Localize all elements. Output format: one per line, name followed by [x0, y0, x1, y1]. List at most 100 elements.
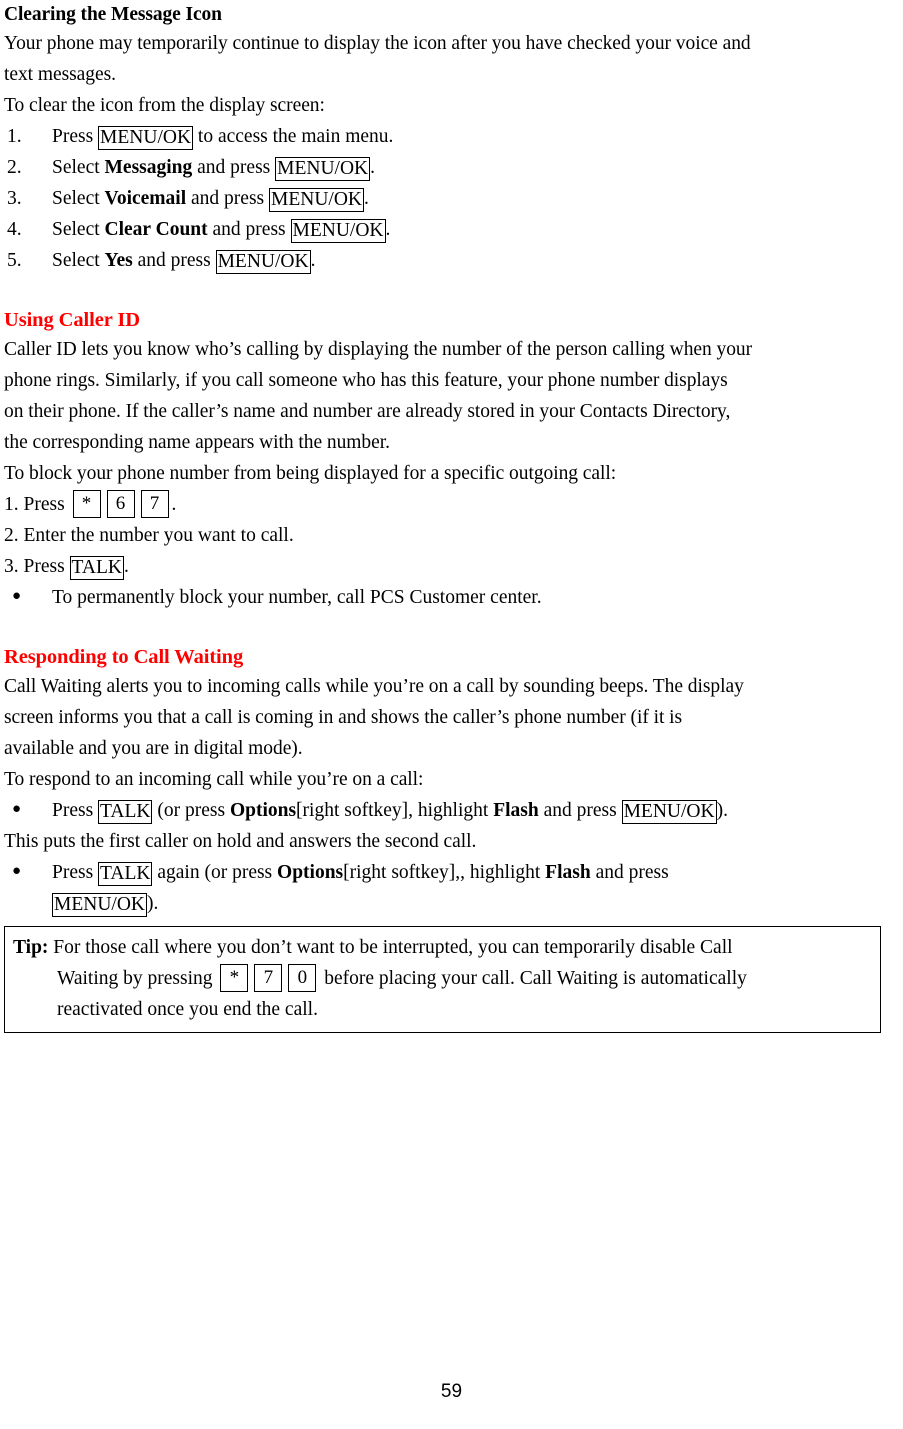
step-text-pre: Press: [52, 126, 99, 147]
list-item: 1. Press MENU/OK to access the main menu.: [4, 121, 899, 152]
step-text-pre: Select: [52, 157, 105, 178]
key-star[interactable]: *: [72, 489, 101, 518]
key-talk[interactable]: TALK: [98, 800, 153, 824]
key-menu-ok[interactable]: MENU/OK: [621, 800, 717, 824]
page-content: Clearing the Message Icon Your phone may…: [4, 2, 899, 1033]
paragraph-call-waiting-1: Call Waiting alerts you to incoming call…: [4, 671, 899, 702]
tip-box: Tip: For those call where you don’t want…: [4, 926, 881, 1033]
tip-text-line1: For those call where you don’t want to b…: [48, 937, 733, 958]
menu-item-flash: Flash: [545, 862, 591, 883]
menu-item-yes: Yes: [104, 250, 133, 271]
list-item: 2. Enter the number you want to call.: [4, 520, 899, 551]
key-star[interactable]: *: [220, 963, 249, 992]
key-menu-ok[interactable]: MENU/OK: [290, 219, 386, 243]
softkey-options: Options: [229, 800, 297, 821]
paragraph-hold-note: This puts the first caller on hold and a…: [4, 826, 899, 857]
paragraph-call-waiting-2: screen informs you that a call is coming…: [4, 702, 899, 733]
heading-clearing-the-message-icon: Clearing the Message Icon: [4, 4, 222, 25]
heading-responding-to-call-waiting: Responding to Call Waiting: [4, 646, 244, 668]
list-item: 2. Select Messaging and press MENU/OK.: [4, 152, 899, 183]
key-7[interactable]: 7: [140, 489, 169, 518]
list-item: 3. Select Voicemail and press MENU/OK.: [4, 183, 899, 214]
heading-using-caller-id: Using Caller ID: [4, 309, 140, 331]
caller-id-line2: phone rings. Similarly, if you call some…: [4, 370, 728, 391]
bullet-dot-icon: ●: [12, 863, 22, 879]
key-0[interactable]: 0: [288, 963, 317, 992]
step-number: 3.: [7, 188, 22, 209]
key-menu-ok[interactable]: MENU/OK: [269, 188, 364, 212]
bullet-press-talk-first: ● Press TALK (or press Options[right soft…: [4, 795, 899, 826]
key-6[interactable]: 6: [106, 489, 135, 518]
key-7[interactable]: 7: [254, 963, 283, 992]
key-talk[interactable]: TALK: [69, 556, 124, 580]
key-menu-ok[interactable]: MENU/OK: [275, 157, 371, 181]
bullet-text-t5: ).: [716, 800, 728, 821]
clearing-steps-list: 1. Press MENU/OK to access the main menu.…: [4, 121, 899, 276]
step-text-post: to access the main menu.: [193, 126, 394, 147]
bullet-dot-icon: ●: [12, 588, 22, 604]
paragraph-clearing-intro: Your phone may temporarily continue to d…: [4, 28, 899, 59]
paragraph-call-waiting-lead-in: To respond to an incoming call while you…: [4, 764, 899, 795]
call-waiting-line3: available and you are in digital mode).: [4, 738, 303, 759]
tip-text-line2-pre: Waiting by pressing: [57, 968, 218, 989]
call-waiting-lead-in: To respond to an incoming call while you…: [4, 769, 424, 790]
step-number: 5.: [7, 250, 22, 271]
step3-text-post: .: [123, 556, 129, 577]
paragraph-caller-id-3: on their phone. If the caller’s name and…: [4, 396, 899, 427]
step-number: 4.: [7, 219, 22, 240]
paragraph-caller-id-lead-in: To block your phone number from being di…: [4, 458, 899, 489]
bullet-text-t2: (or press: [152, 800, 230, 821]
caller-id-line3: on their phone. If the caller’s name and…: [4, 401, 731, 422]
menu-item-clear-count: Clear Count: [104, 219, 208, 240]
list-item: 5. Select Yes and press MENU/OK.: [4, 245, 899, 276]
call-waiting-line1: Call Waiting alerts you to incoming call…: [4, 676, 744, 697]
key-menu-ok[interactable]: MENU/OK: [215, 250, 311, 274]
key-menu-ok[interactable]: MENU/OK: [52, 893, 147, 917]
step-text-pre: Select: [52, 188, 105, 209]
menu-item-voicemail: Voicemail: [104, 188, 187, 209]
bullet-text-t4: and press: [590, 862, 669, 883]
step-text-pre: Select: [52, 219, 105, 240]
step3-text-pre: 3. Press: [4, 556, 70, 577]
step1-text-post: .: [171, 494, 177, 515]
bullet-dot-icon: ●: [12, 801, 22, 817]
tip-text-line2-post: before placing your call. Call Waiting i…: [319, 968, 747, 989]
key-menu-ok[interactable]: MENU/OK: [98, 126, 194, 150]
bullet-text-t5: ).: [147, 893, 159, 914]
tip-label: Tip:: [13, 937, 49, 958]
paragraph-clearing-lead-in: To clear the icon from the display scree…: [4, 90, 899, 121]
document-page: Clearing the Message Icon Your phone may…: [0, 0, 903, 1429]
step-number: 1.: [7, 126, 22, 147]
caller-id-line4: the corresponding name appears with the …: [4, 432, 390, 453]
paragraph-caller-id-1: Caller ID lets you know who’s calling by…: [4, 334, 899, 365]
step-text-post: .: [310, 250, 316, 271]
bullet-permanent-block: ● To permanently block your number, call …: [4, 582, 899, 613]
paragraph-call-waiting-3: available and you are in digital mode).: [4, 733, 899, 764]
caller-id-line1: Caller ID lets you know who’s calling by…: [4, 339, 753, 360]
clearing-intro-line2: text messages.: [4, 64, 116, 85]
list-item: 1. Press * 6 7.: [4, 489, 899, 520]
tip-text-line3: reactivated once you end the call.: [57, 999, 318, 1020]
page-number: 59: [440, 1381, 463, 1402]
step-number: 2.: [7, 157, 22, 178]
step-text-post: .: [370, 157, 376, 178]
bullet-text: To permanently block your number, call P…: [52, 587, 542, 608]
paragraph-caller-id-4: the corresponding name appears with the …: [4, 427, 899, 458]
step-text-mid: and press: [207, 219, 291, 240]
bullet-text-t2: again (or press: [152, 862, 278, 883]
softkey-options: Options: [277, 862, 344, 883]
menu-item-flash: Flash: [493, 800, 539, 821]
paragraph-clearing-intro-cont: text messages.: [4, 59, 899, 90]
step-text-post: .: [385, 219, 391, 240]
step-text-mid: and press: [132, 250, 216, 271]
list-item: 3. Press TALK.: [4, 551, 899, 582]
key-talk[interactable]: TALK: [98, 862, 153, 886]
bullet-text-t1: Press: [52, 800, 99, 821]
bullet-text-t3: [right softkey],, highlight: [343, 862, 546, 883]
clearing-lead-in: To clear the icon from the display scree…: [4, 95, 325, 116]
step1-text-pre: 1. Press: [4, 494, 70, 515]
tip-line-2: Waiting by pressing * 7 0 before placing y…: [13, 963, 872, 994]
clearing-intro-line1: Your phone may temporarily continue to d…: [4, 33, 751, 54]
